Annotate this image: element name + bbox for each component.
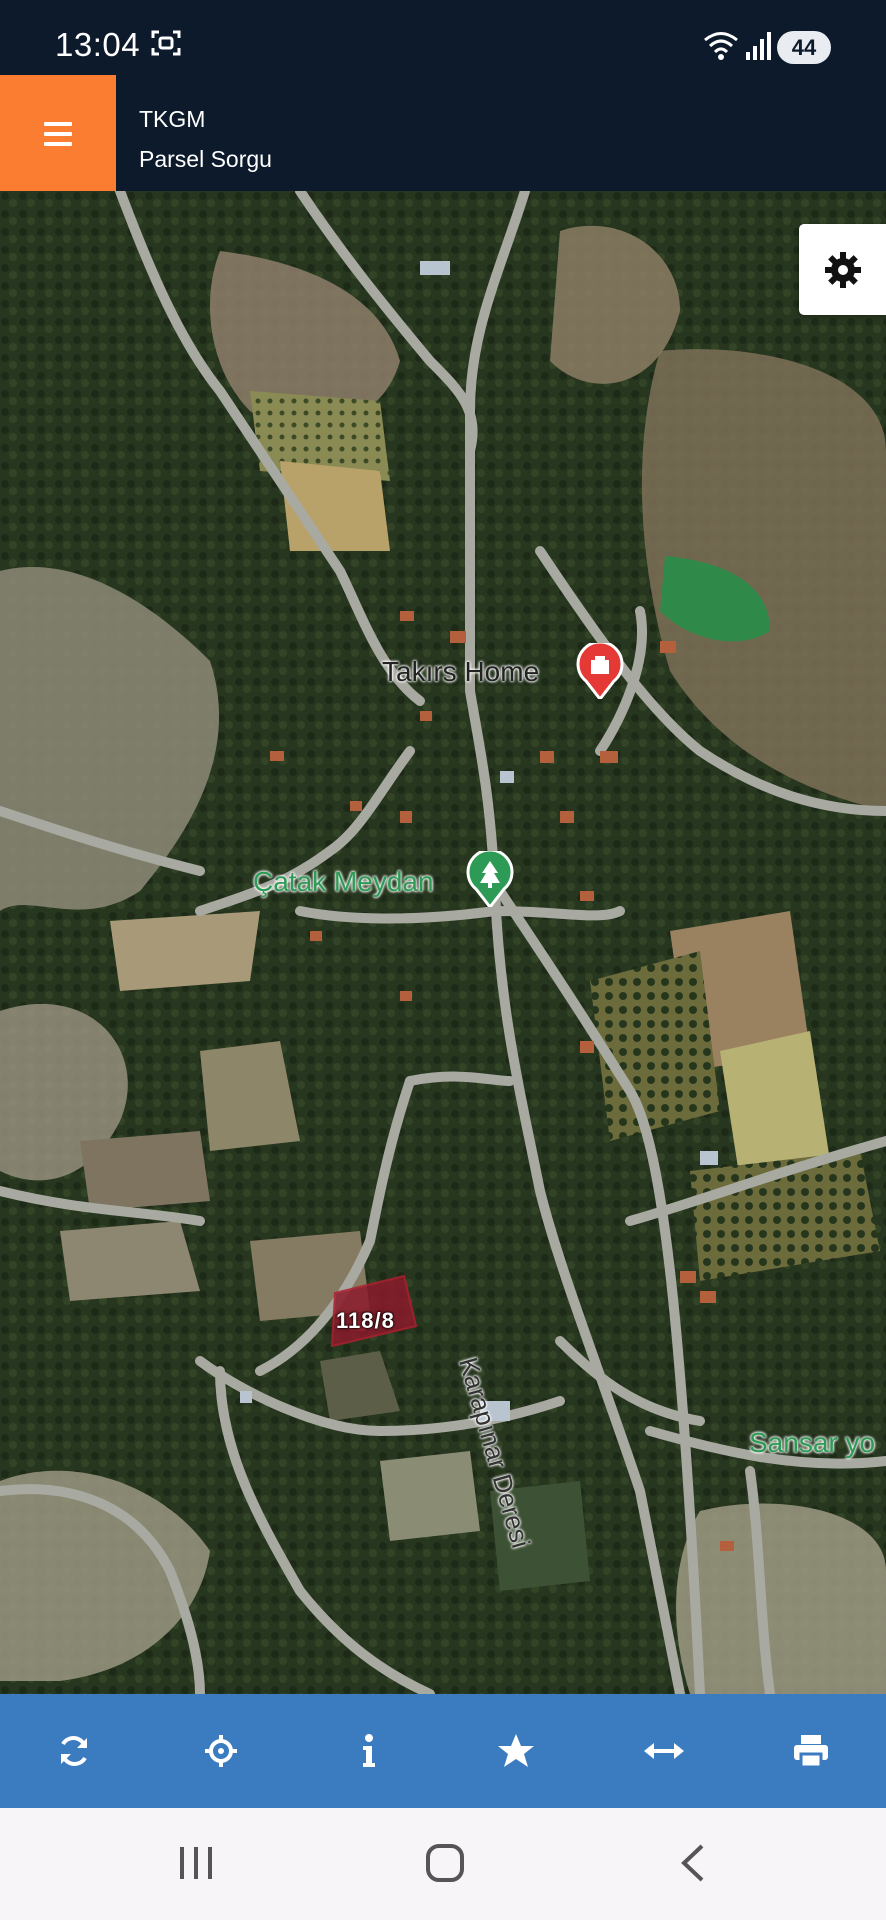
refresh-icon — [60, 1736, 87, 1766]
place-label-catak-meydan: Çatak Meydan — [253, 866, 434, 897]
battery-icon: 44 — [777, 31, 831, 64]
settings-button[interactable] — [799, 224, 886, 315]
place-label-sansar: Sansar yo — [749, 1427, 876, 1458]
info-button[interactable] — [295, 1694, 442, 1808]
menu-button[interactable] — [0, 75, 116, 191]
system-nav-bar — [0, 1808, 886, 1920]
home-icon[interactable] — [425, 1843, 465, 1883]
screenshot-icon — [150, 28, 182, 63]
status-time: 13:04 — [55, 26, 141, 63]
parcel-label[interactable]: 118/8 — [336, 1308, 395, 1334]
park-pin-icon[interactable] — [466, 848, 514, 912]
info-icon — [362, 1734, 375, 1767]
place-label-takirs-home: Takırs Home — [382, 656, 540, 687]
satellite-imagery — [0, 191, 886, 1694]
measure-button[interactable] — [590, 1694, 737, 1808]
print-icon — [793, 1735, 828, 1769]
recent-apps-icon[interactable] — [178, 1845, 214, 1881]
app-bar: TKGM Parsel Sorgu — [0, 75, 886, 191]
wifi-icon — [703, 30, 739, 65]
print-button[interactable] — [737, 1694, 884, 1808]
favorites-button[interactable] — [442, 1694, 589, 1808]
bottom-toolbar — [0, 1694, 886, 1808]
signal-icon — [745, 32, 771, 65]
status-bar: 13:04 44 — [0, 0, 886, 75]
horizontal-arrows-icon — [643, 1743, 684, 1759]
hotel-pin-icon[interactable] — [576, 640, 624, 704]
crosshair-icon — [204, 1735, 237, 1767]
app-title: TKGM — [139, 106, 206, 132]
locate-button[interactable] — [147, 1694, 294, 1808]
map-view[interactable]: Takırs Home Çatak Meydan Sansar yo Karap… — [0, 191, 886, 1694]
refresh-button[interactable] — [0, 1694, 147, 1808]
star-icon — [497, 1734, 534, 1767]
hamburger-menu-icon — [44, 122, 72, 126]
gear-icon — [825, 252, 861, 288]
back-icon[interactable] — [678, 1843, 708, 1883]
app-subtitle: Parsel Sorgu — [139, 146, 272, 172]
